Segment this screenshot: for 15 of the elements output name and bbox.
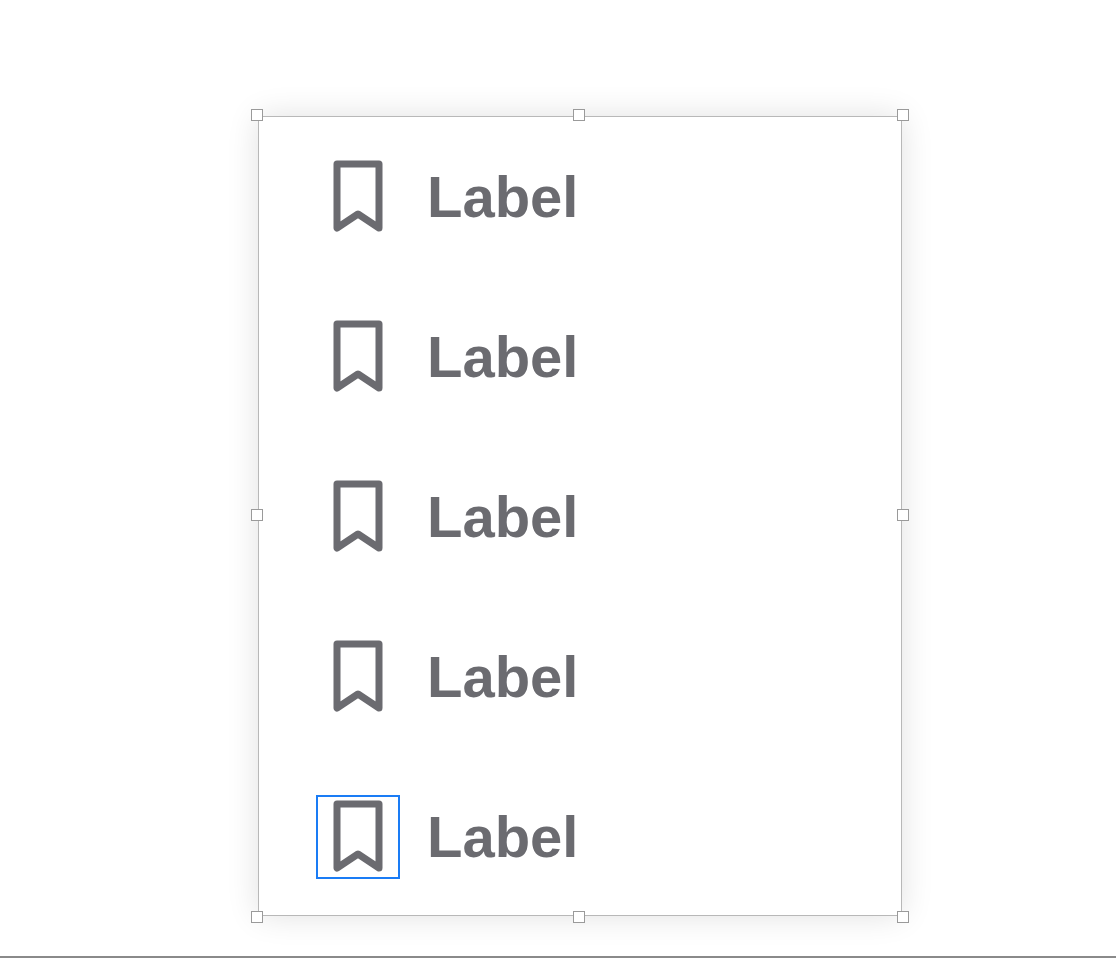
item-label: Label (427, 648, 579, 706)
resize-handle[interactable] (897, 911, 909, 923)
item-label: Label (427, 168, 579, 226)
resize-handle[interactable] (251, 509, 263, 521)
selection-frame[interactable]: Label Label Label Label Label (258, 116, 902, 916)
resize-handle[interactable] (251, 911, 263, 923)
item-label: Label (427, 328, 579, 386)
resize-handle[interactable] (251, 109, 263, 121)
bookmark-icon[interactable] (316, 795, 400, 879)
item-label: Label (427, 488, 579, 546)
resize-handle[interactable] (897, 509, 909, 521)
item-label: Label (427, 808, 579, 866)
resize-handle[interactable] (897, 109, 909, 121)
resize-handle[interactable] (573, 911, 585, 923)
resize-handle[interactable] (573, 109, 585, 121)
